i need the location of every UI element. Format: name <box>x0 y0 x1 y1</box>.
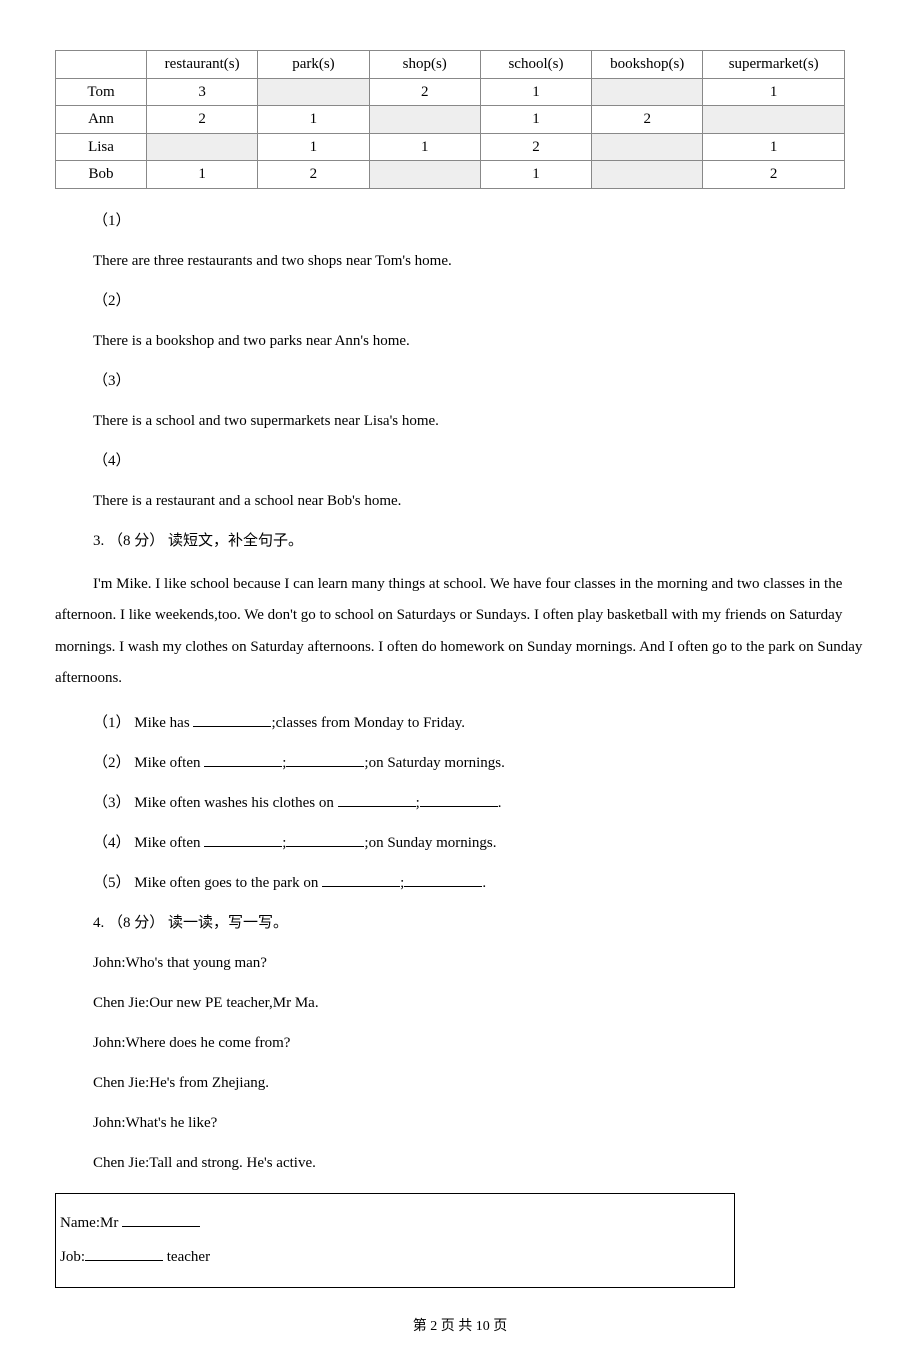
statement-num: （3） <box>93 369 865 393</box>
cell: 1 <box>147 161 258 189</box>
cell <box>703 106 845 134</box>
item-num: （2） <box>93 755 131 771</box>
row-name: Lisa <box>56 133 147 161</box>
cell: 1 <box>480 161 591 189</box>
form-job-suffix: teacher <box>163 1249 210 1265</box>
dialogue-line: Chen Jie:Our new PE teacher,Mr Ma. <box>93 991 865 1015</box>
row-name: Tom <box>56 78 147 106</box>
table-row: Ann 2 1 1 2 <box>56 106 845 134</box>
cell: 1 <box>480 106 591 134</box>
cell: 2 <box>147 106 258 134</box>
cell <box>147 133 258 161</box>
blank-input[interactable] <box>193 726 271 727</box>
statement-text: There is a bookshop and two parks near A… <box>93 329 865 353</box>
statement-text: There is a school and two supermarkets n… <box>93 409 865 433</box>
blank-input[interactable] <box>338 806 416 807</box>
statement-num: （2） <box>93 289 865 313</box>
cell <box>592 161 703 189</box>
table-row: Bob 1 2 1 2 <box>56 161 845 189</box>
header-restaurant: restaurant(s) <box>147 51 258 79</box>
statement-text: There is a restaurant and a school near … <box>93 489 865 513</box>
table-row: Lisa 1 1 2 1 <box>56 133 845 161</box>
dialogue-line: Chen Jie:Tall and strong. He's active. <box>93 1151 865 1175</box>
cell: 1 <box>703 133 845 161</box>
fill-blank-item: （1） Mike has ;classes from Monday to Fri… <box>93 711 865 735</box>
item-num: （3） <box>93 795 131 811</box>
cell: 1 <box>258 106 369 134</box>
statement-num: （1） <box>93 209 865 233</box>
blank-input[interactable] <box>322 886 400 887</box>
cell: 2 <box>369 78 480 106</box>
page-footer: 第 2 页 共 10 页 <box>55 1316 865 1338</box>
cell: 1 <box>480 78 591 106</box>
cell <box>592 133 703 161</box>
dialogue-line: John:Where does he come from? <box>93 1031 865 1055</box>
dialogue-line: John:What's he like? <box>93 1111 865 1135</box>
row-name: Ann <box>56 106 147 134</box>
question-3-heading: 3. （8 分） 读短文，补全句子。 <box>93 529 865 553</box>
header-school: school(s) <box>480 51 591 79</box>
row-name: Bob <box>56 161 147 189</box>
cell: 3 <box>147 78 258 106</box>
item-num: （4） <box>93 835 131 851</box>
form-name-label: Name:Mr <box>60 1215 122 1231</box>
form-job-label: Job: <box>60 1249 85 1265</box>
header-bookshop: bookshop(s) <box>592 51 703 79</box>
fill-blank-item: （3） Mike often washes his clothes on ;. <box>93 791 865 815</box>
cell: 2 <box>703 161 845 189</box>
cell: 2 <box>592 106 703 134</box>
cell: 2 <box>480 133 591 161</box>
blank-input[interactable] <box>420 806 498 807</box>
answer-form-box: Name:Mr Job: teacher <box>55 1193 735 1288</box>
item-num: （5） <box>93 875 131 891</box>
cell <box>592 78 703 106</box>
item-num: （1） <box>93 715 131 731</box>
form-job-row: Job: teacher <box>60 1240 730 1275</box>
cell: 1 <box>258 133 369 161</box>
blank-input[interactable] <box>404 886 482 887</box>
location-counts-table: restaurant(s) park(s) shop(s) school(s) … <box>55 50 845 189</box>
cell: 1 <box>369 133 480 161</box>
fill-blank-item: （5） Mike often goes to the park on ;. <box>93 871 865 895</box>
blank-input[interactable] <box>204 846 282 847</box>
table-row: Tom 3 2 1 1 <box>56 78 845 106</box>
cell <box>369 106 480 134</box>
blank-input[interactable] <box>85 1260 163 1261</box>
table-header-row: restaurant(s) park(s) shop(s) school(s) … <box>56 51 845 79</box>
question-4-heading: 4. （8 分） 读一读，写一写。 <box>93 911 865 935</box>
cell: 2 <box>258 161 369 189</box>
cell <box>258 78 369 106</box>
question-3-passage: I'm Mike. I like school because I can le… <box>55 569 865 695</box>
blank-input[interactable] <box>122 1226 200 1227</box>
header-shop: shop(s) <box>369 51 480 79</box>
dialogue-line: John:Who's that young man? <box>93 951 865 975</box>
blank-input[interactable] <box>286 846 364 847</box>
fill-blank-item: （2） Mike often ;;on Saturday mornings. <box>93 751 865 775</box>
cell <box>369 161 480 189</box>
statement-num: （4） <box>93 449 865 473</box>
statement-text: There are three restaurants and two shop… <box>93 249 865 273</box>
cell: 1 <box>703 78 845 106</box>
fill-blank-item: （4） Mike often ;;on Sunday mornings. <box>93 831 865 855</box>
form-name-row: Name:Mr <box>60 1206 730 1241</box>
blank-input[interactable] <box>286 766 364 767</box>
header-supermarket: supermarket(s) <box>703 51 845 79</box>
header-blank <box>56 51 147 79</box>
blank-input[interactable] <box>204 766 282 767</box>
header-park: park(s) <box>258 51 369 79</box>
dialogue-line: Chen Jie:He's from Zhejiang. <box>93 1071 865 1095</box>
